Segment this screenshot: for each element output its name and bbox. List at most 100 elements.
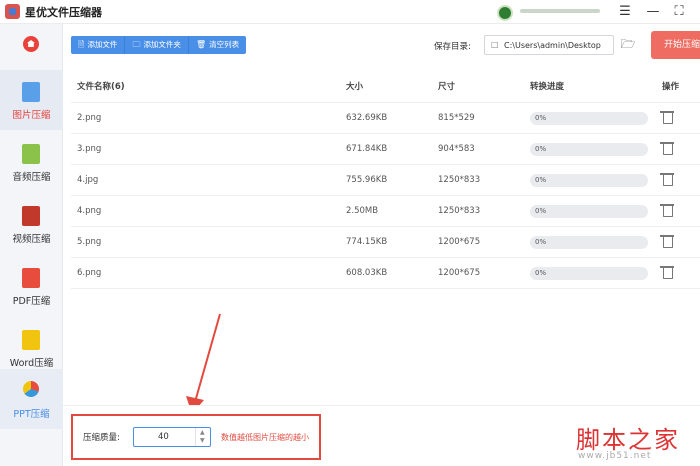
app-logo-icon: [5, 4, 20, 19]
delete-icon[interactable]: [660, 235, 674, 248]
annotation-arrow: [186, 313, 221, 414]
file-dimension: 1250*833: [438, 206, 481, 216]
sidebar: 图片压缩 音频压缩 视频压缩 PDF压缩 Word压缩 PPT压缩: [0, 24, 63, 466]
quality-label: 压缩质量:: [83, 433, 120, 443]
progress-bar: 0%: [530, 205, 648, 218]
add-file-label: 添加文件: [87, 40, 118, 49]
progress-text: 0%: [535, 207, 547, 215]
add-file-button[interactable]: 🗎 添加文件: [71, 36, 126, 54]
progress-text: 0%: [535, 269, 547, 277]
sidebar-item-label: 视频压缩: [12, 234, 51, 245]
app-window: 星优文件压缩器 ☰ — ⛶ 图片压缩 音频压缩 视频压缩 PDF压缩 Word压…: [0, 0, 700, 466]
user-account-area[interactable]: [520, 9, 600, 13]
clear-list-label: 清空列表: [209, 40, 240, 49]
quality-hint: 数值越低图片压缩的越小: [221, 433, 309, 442]
music-icon: [22, 144, 40, 164]
progress-text: 0%: [535, 145, 547, 153]
home-icon[interactable]: [23, 36, 39, 52]
file-size: 774.15KB: [346, 237, 388, 247]
file-icon: 🗎: [78, 40, 85, 49]
sidebar-item-pdf[interactable]: PDF压缩: [0, 256, 63, 316]
start-compress-button[interactable]: 开始压缩: [651, 31, 700, 59]
delete-icon[interactable]: [660, 111, 674, 124]
table-row[interactable]: 6.png 608.03KB 1200*675 0%: [71, 258, 700, 289]
file-name: 4.png: [77, 206, 102, 216]
watermark-url: www.jb51.net: [578, 451, 652, 461]
app-title: 星优文件压缩器: [25, 6, 102, 19]
add-folder-label: 添加文件夹: [143, 40, 181, 49]
user-avatar[interactable]: [497, 5, 513, 21]
file-table: 文件名称(6) 大小 尺寸 转换进度 操作 2.png 632.69KB 815…: [71, 71, 700, 293]
progress-bar: 0%: [530, 174, 648, 187]
header-name: 文件名称(6): [77, 82, 125, 92]
file-name: 5.png: [77, 237, 102, 247]
file-name: 3.png: [77, 144, 102, 154]
delete-icon[interactable]: [660, 142, 674, 155]
title-bar: 星优文件压缩器 ☰ — ⛶: [0, 0, 700, 24]
table-row[interactable]: 4.png 2.50MB 1250*833 0%: [71, 196, 700, 227]
folder-icon: 🗀: [132, 40, 141, 49]
file-button-group: 🗎 添加文件 🗀 添加文件夹 🗑 清空列表: [71, 36, 247, 54]
progress-text: 0%: [535, 176, 547, 184]
progress-bar: 0%: [530, 112, 648, 125]
file-dimension: 815*529: [438, 113, 475, 123]
header-dimension: 尺寸: [438, 82, 456, 92]
quality-value: 40: [158, 432, 169, 442]
file-name: 2.png: [77, 113, 102, 123]
table-row[interactable]: 2.png 632.69KB 815*529 0%: [71, 103, 700, 134]
sidebar-item-label: PPT压缩: [13, 409, 50, 420]
sidebar-item-video[interactable]: 视频压缩: [0, 194, 63, 254]
file-size: 2.50MB: [346, 206, 379, 216]
pdf-icon: [22, 268, 40, 288]
file-dimension: 904*583: [438, 144, 475, 154]
sidebar-item-label: 音频压缩: [12, 172, 51, 183]
sidebar-item-label: Word压缩: [9, 358, 54, 369]
minimize-icon[interactable]: —: [643, 2, 663, 22]
table-row[interactable]: 4.jpg 755.96KB 1250*833 0%: [71, 165, 700, 196]
image-icon: [22, 82, 40, 102]
sidebar-item-ppt[interactable]: PPT压缩: [0, 369, 63, 429]
save-dir-label: 保存目录:: [434, 42, 471, 52]
word-icon: [22, 330, 40, 350]
progress-bar: 0%: [530, 236, 648, 249]
file-size: 632.69KB: [346, 113, 388, 123]
file-dimension: 1200*675: [438, 237, 481, 247]
delete-icon[interactable]: [660, 173, 674, 186]
table-row[interactable]: 3.png 671.84KB 904*583 0%: [71, 134, 700, 165]
table-row[interactable]: 5.png 774.15KB 1200*675 0%: [71, 227, 700, 258]
maximize-icon[interactable]: ⛶: [669, 2, 689, 22]
quality-stepper[interactable]: 40 ▲ ▼: [133, 427, 211, 447]
sidebar-item-image[interactable]: 图片压缩: [0, 70, 63, 130]
progress-bar: 0%: [530, 143, 648, 156]
chevron-down-icon[interactable]: ▼: [200, 437, 205, 445]
delete-icon[interactable]: [660, 204, 674, 217]
progress-bar: 0%: [530, 267, 648, 280]
file-size: 671.84KB: [346, 144, 388, 154]
delete-icon[interactable]: [660, 266, 674, 279]
ppt-icon: [23, 381, 39, 397]
header-action: 操作: [662, 82, 680, 92]
watermark-text: 脚本之家: [576, 426, 680, 454]
sidebar-item-label: PDF压缩: [12, 296, 51, 307]
folder-outline-icon: □: [491, 40, 499, 49]
sidebar-item-label: 图片压缩: [12, 110, 51, 121]
chevron-up-icon[interactable]: ▲: [200, 429, 205, 437]
file-name: 4.jpg: [77, 175, 99, 185]
stepper-buttons: ▲ ▼: [195, 428, 210, 446]
save-path-field[interactable]: □ C:\Users\admin\Desktop: [484, 35, 614, 55]
file-name: 6.png: [77, 268, 102, 278]
table-header: 文件名称(6) 大小 尺寸 转换进度 操作: [71, 71, 700, 103]
open-folder-icon[interactable]: 🗁: [620, 36, 636, 52]
header-size: 大小: [346, 82, 364, 92]
clear-list-button[interactable]: 🗑 清空列表: [188, 36, 247, 54]
add-folder-button[interactable]: 🗀 添加文件夹: [125, 36, 189, 54]
video-icon: [22, 206, 40, 226]
file-dimension: 1200*675: [438, 268, 481, 278]
file-size: 608.03KB: [346, 268, 388, 278]
save-path-text: C:\Users\admin\Desktop: [504, 41, 601, 50]
sidebar-item-audio[interactable]: 音频压缩: [0, 132, 63, 192]
file-dimension: 1250*833: [438, 175, 481, 185]
file-size: 755.96KB: [346, 175, 388, 185]
trash-icon: 🗑: [195, 40, 207, 49]
hamburger-icon[interactable]: ☰: [615, 2, 635, 22]
